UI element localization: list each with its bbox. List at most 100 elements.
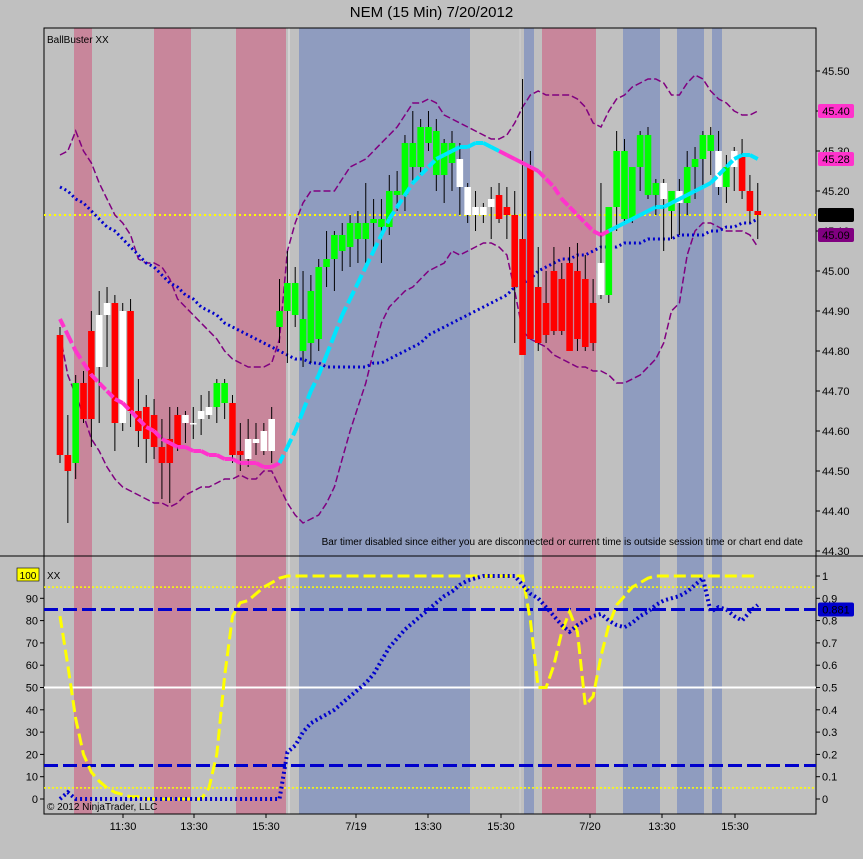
y-tick-label-right: 0.1: [822, 772, 837, 784]
trend-segment: [97, 381, 109, 393]
trend-segment: [701, 181, 712, 189]
y-tick-label: 45.00: [822, 266, 850, 278]
y-tick-label-right: 0.4: [822, 705, 837, 717]
candle-body: [362, 223, 370, 239]
candle[interactable]: [417, 119, 424, 175]
price-label: 45.40: [818, 104, 854, 118]
candle-body: [56, 335, 64, 455]
y-tick-label-right: 0.7: [822, 638, 837, 650]
candle[interactable]: [754, 183, 762, 239]
candle-body: [480, 207, 487, 215]
candle[interactable]: [111, 295, 119, 451]
candle[interactable]: [205, 391, 213, 419]
y-tick-label-left: 80: [26, 616, 38, 628]
candle-body: [613, 151, 620, 207]
candle-body: [715, 151, 722, 187]
candle[interactable]: [229, 395, 236, 463]
candle[interactable]: [621, 139, 628, 223]
candle[interactable]: [730, 147, 738, 191]
y-tick-label: 44.40: [822, 506, 850, 518]
candle-body: [487, 199, 495, 207]
candle-body: [440, 143, 448, 175]
candle-body: [346, 223, 354, 247]
candle[interactable]: [746, 175, 754, 223]
candle-body: [621, 151, 628, 219]
price-label-text: 45.14: [822, 210, 850, 222]
value-label: 0.881: [818, 602, 854, 617]
candle-body: [754, 211, 762, 215]
candle-body: [354, 223, 362, 239]
candle-body: [370, 219, 377, 223]
x-tick-label: 13:30: [414, 821, 442, 833]
y-tick-label-left: 90: [26, 593, 38, 605]
candle[interactable]: [629, 167, 636, 223]
y-tick-label: 44.70: [822, 386, 850, 398]
chart-window: NEM (15 Min) 7/20/2012 45.5045.4045.3045…: [0, 0, 863, 859]
trend-segment: [490, 145, 500, 153]
candle-body: [80, 383, 87, 419]
candle-body: [401, 143, 409, 195]
y-tick-label-left: 20: [26, 749, 38, 761]
trend-segment: [482, 141, 493, 149]
candle[interactable]: [487, 187, 495, 239]
candle[interactable]: [597, 183, 605, 299]
x-tick-label: 15:30: [721, 821, 749, 833]
y-tick-label-right: 1: [822, 571, 828, 583]
candle-body: [589, 303, 597, 343]
candle[interactable]: [644, 127, 652, 199]
candle[interactable]: [511, 191, 519, 343]
session-zone-blue: [524, 28, 534, 814]
trend-segment: [285, 430, 297, 448]
candle-body: [511, 215, 519, 287]
candle[interactable]: [213, 379, 221, 423]
x-tick-label: 15:30: [252, 821, 280, 833]
candle-body: [205, 407, 213, 415]
candle[interactable]: [95, 291, 103, 423]
candle-body: [464, 187, 471, 215]
candle[interactable]: [472, 191, 479, 231]
candle[interactable]: [738, 139, 746, 199]
price-label: 45.28: [818, 152, 854, 166]
candle[interactable]: [103, 287, 111, 367]
y-tick-label-right: 0.2: [822, 749, 837, 761]
candle-body: [456, 159, 464, 187]
candle-body: [252, 439, 260, 443]
candle[interactable]: [480, 203, 487, 223]
price-label-text: 45.09: [822, 230, 850, 242]
candle-body: [519, 239, 526, 355]
candle-body: [291, 283, 299, 315]
candle[interactable]: [64, 415, 72, 523]
candle-body: [644, 135, 652, 195]
candle[interactable]: [119, 303, 127, 431]
candle[interactable]: [56, 327, 64, 463]
candle[interactable]: [135, 379, 142, 447]
candle[interactable]: [291, 267, 299, 327]
candle[interactable]: [197, 395, 205, 435]
y-tick-label-right: 0.3: [822, 727, 837, 739]
candle-body: [378, 219, 385, 227]
y-tick-label-right: 0.5: [822, 683, 837, 695]
candle-body: [652, 183, 660, 195]
candle-body: [103, 303, 111, 315]
y-tick-label: 44.30: [822, 546, 850, 558]
candle-body: [534, 287, 542, 343]
scale-badge: 100: [20, 571, 37, 582]
y-tick-label-right: 0: [822, 794, 828, 806]
candle-body: [323, 259, 330, 267]
y-tick-label-left: 70: [26, 638, 38, 650]
chart-canvas[interactable]: 45.5045.4045.3045.2045.1045.0044.9044.80…: [0, 0, 863, 859]
y-tick-label-left: 60: [26, 660, 38, 672]
candle-body: [581, 279, 589, 347]
candle[interactable]: [527, 151, 534, 339]
candle[interactable]: [503, 187, 511, 239]
candle[interactable]: [605, 207, 613, 303]
candle-body: [331, 235, 338, 259]
candle[interactable]: [221, 379, 228, 419]
candle[interactable]: [315, 259, 323, 351]
y-tick-label-left: 40: [26, 705, 38, 717]
candle[interactable]: [534, 247, 542, 351]
candle-body: [260, 431, 268, 451]
price-label: 45.09: [818, 228, 854, 242]
bar-timer-message: Bar timer disabled since either you are …: [322, 537, 804, 548]
candle[interactable]: [495, 183, 503, 223]
